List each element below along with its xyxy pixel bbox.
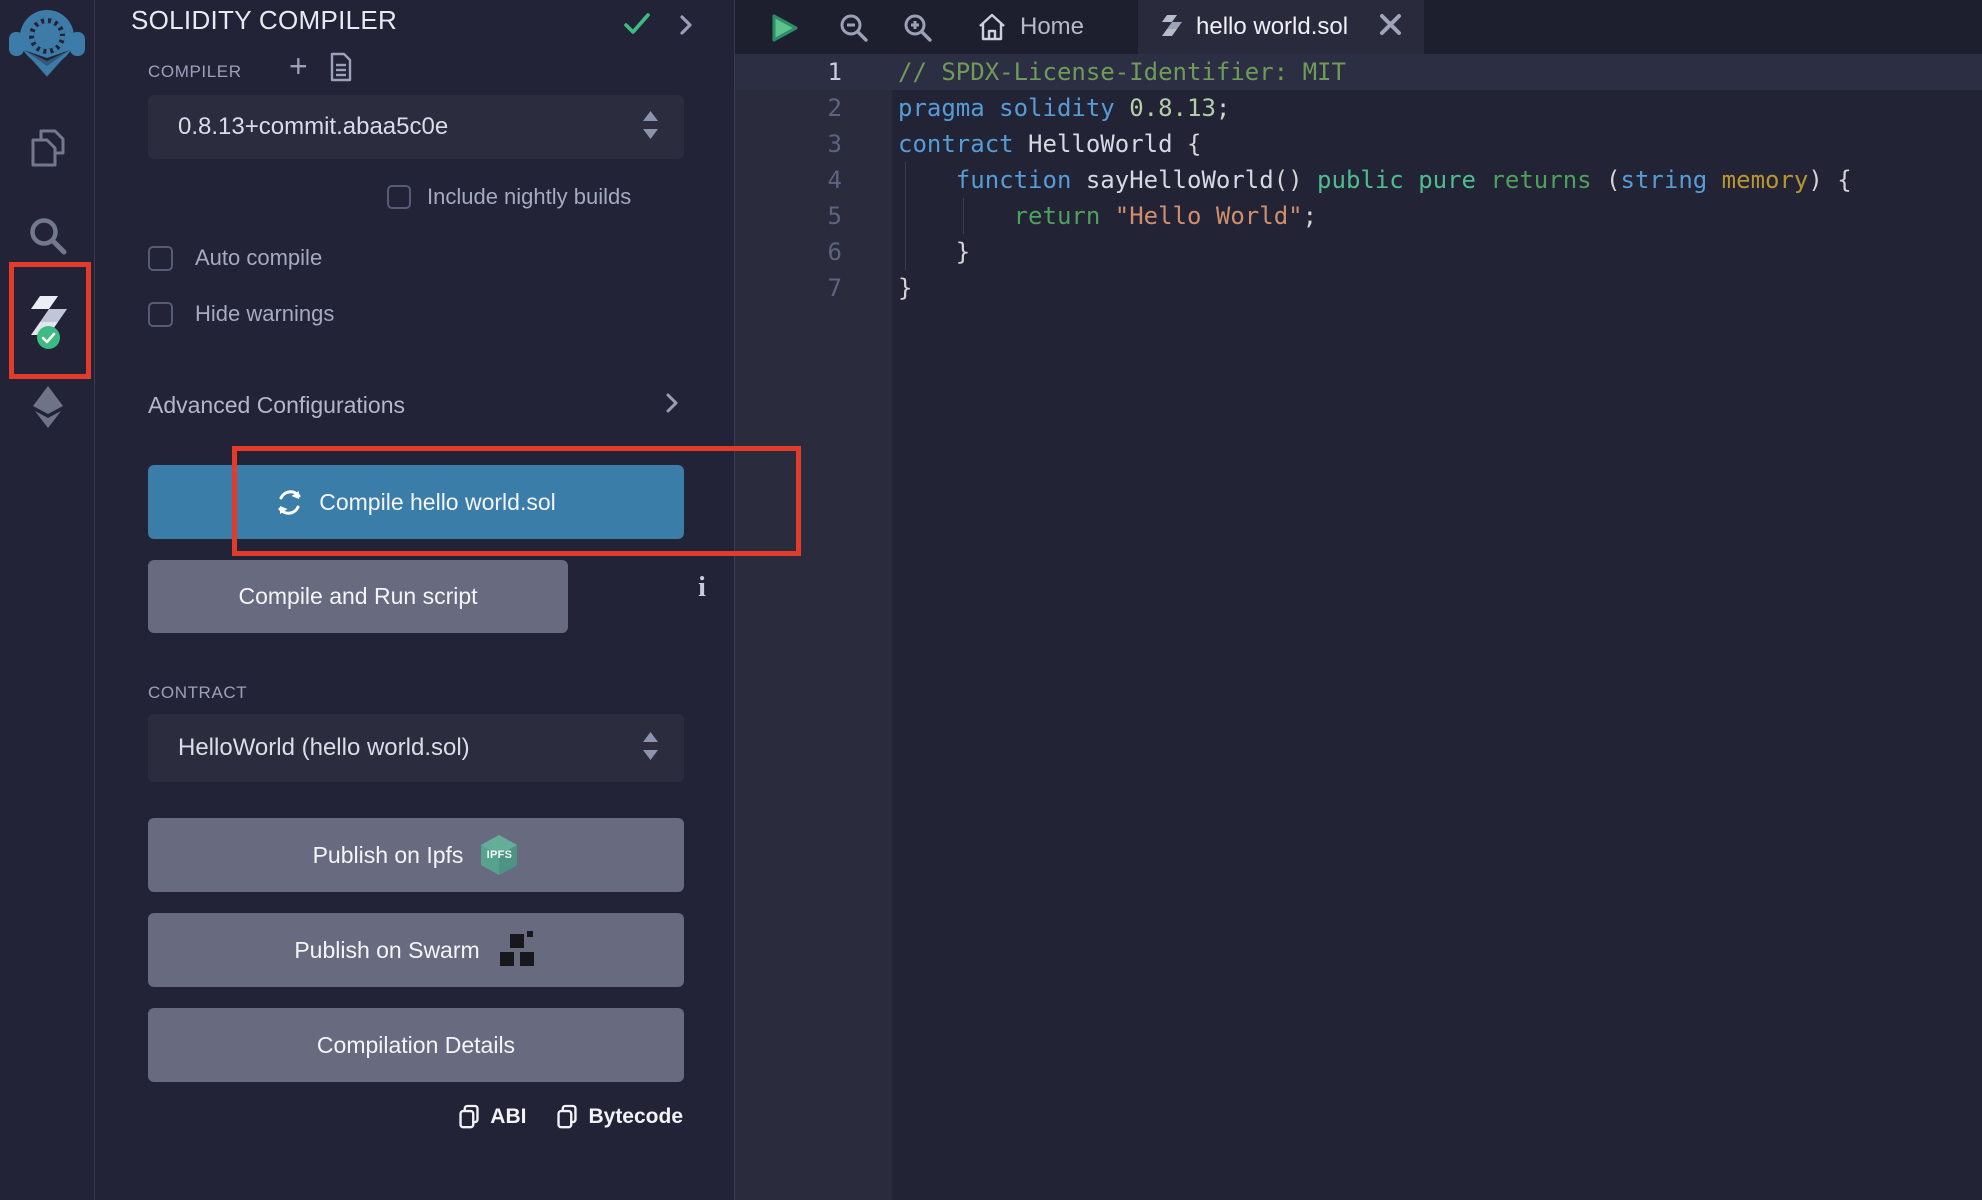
hide-warnings-label: Hide warnings — [195, 301, 334, 327]
tab-hello-world-sol[interactable]: hello world.sol — [1138, 0, 1424, 54]
editor: Home hello world.sol 1/ — [735, 0, 1982, 1200]
compilation-details-button[interactable]: Compilation Details — [148, 1008, 684, 1082]
compile-and-run-label: Compile and Run script — [238, 583, 477, 610]
bytecode-label: Bytecode — [588, 1105, 683, 1129]
auto-compile-checkbox-row[interactable]: Auto compile — [148, 245, 322, 271]
line-number: 6 — [735, 234, 892, 270]
line-number: 7 — [735, 270, 892, 306]
panel-title: SOLIDITY COMPILER — [131, 5, 397, 36]
ipfs-badge-text: IPFS — [487, 849, 513, 861]
auto-compile-checkbox[interactable] — [148, 246, 173, 271]
close-tab-icon[interactable] — [1379, 13, 1402, 41]
code-lines: 1// SPDX-License-Identifier: MIT2pragma … — [735, 54, 1982, 306]
hide-warnings-checkbox[interactable] — [148, 302, 173, 327]
remix-logo[interactable] — [7, 6, 87, 83]
contract-select-value: HelloWorld (hello world.sol) — [148, 734, 470, 762]
code-line[interactable]: 7} — [735, 270, 1982, 306]
include-nightly-label: Include nightly builds — [427, 184, 631, 210]
indent-guide — [963, 198, 964, 234]
compile-and-run-button[interactable]: Compile and Run script — [148, 560, 568, 633]
publish-ipfs-label: Publish on Ipfs — [313, 842, 464, 869]
contract-section-label: CONTRACT — [148, 683, 247, 703]
zoom-in-icon[interactable] — [903, 13, 933, 48]
publish-swarm-label: Publish on Swarm — [294, 937, 479, 964]
ipfs-icon: IPFS — [479, 834, 519, 876]
deploy-and-run-icon[interactable] — [27, 384, 69, 435]
code-text: // SPDX-License-Identifier: MIT — [892, 54, 1346, 90]
line-number: 1 — [735, 54, 892, 90]
code-text: pragma solidity 0.8.13; — [892, 90, 1230, 126]
compile-success-check-icon — [623, 12, 651, 41]
remix-ide-window: SOLIDITY COMPILER COMPILER + 0.8.13+comm… — [0, 0, 1982, 1200]
copy-icon — [458, 1104, 480, 1130]
line-number: 5 — [735, 198, 892, 234]
copy-abi-button[interactable]: ABI — [458, 1104, 526, 1130]
add-compiler-icon[interactable]: + — [289, 50, 308, 82]
copy-icon — [556, 1104, 578, 1130]
code-line[interactable]: 3contract HelloWorld { — [735, 126, 1982, 162]
include-nightly-checkbox[interactable] — [387, 185, 411, 209]
activity-bar — [0, 0, 95, 1200]
tab-file-label: hello world.sol — [1196, 13, 1348, 41]
code-line[interactable]: 5 return "Hello World"; — [735, 198, 1982, 234]
copy-bytecode-button[interactable]: Bytecode — [556, 1104, 683, 1130]
editor-tab-bar: Home hello world.sol — [735, 0, 1982, 54]
publish-on-swarm-button[interactable]: Publish on Swarm — [148, 913, 684, 987]
line-number: 2 — [735, 90, 892, 126]
refresh-icon — [276, 489, 303, 516]
zoom-out-icon[interactable] — [839, 13, 869, 48]
abi-label: ABI — [490, 1105, 526, 1129]
code-text: } — [892, 234, 970, 270]
code-line[interactable]: 6 } — [735, 234, 1982, 270]
search-icon[interactable] — [28, 216, 68, 261]
info-icon[interactable]: i — [689, 572, 715, 604]
panel-expand-chevron-icon[interactable] — [679, 14, 693, 41]
compiler-docs-icon[interactable] — [329, 52, 353, 87]
compilation-details-label: Compilation Details — [317, 1032, 515, 1059]
compiler-version-value: 0.8.13+commit.abaa5c0e — [148, 113, 448, 141]
include-nightly-checkbox-row[interactable]: Include nightly builds — [387, 184, 631, 210]
swarm-icon — [496, 931, 538, 969]
auto-compile-label: Auto compile — [195, 245, 322, 271]
file-explorer-icon[interactable] — [29, 128, 67, 173]
compiler-version-select[interactable]: 0.8.13+commit.abaa5c0e — [148, 95, 684, 159]
indent-guide — [905, 162, 906, 270]
code-text: function sayHelloWorld() public pure ret… — [892, 162, 1852, 198]
solidity-compiler-panel: SOLIDITY COMPILER COMPILER + 0.8.13+comm… — [95, 0, 735, 1200]
solidity-file-icon — [1160, 13, 1182, 41]
tab-home[interactable]: Home — [973, 0, 1088, 54]
home-icon — [977, 12, 1007, 42]
contract-select[interactable]: HelloWorld (hello world.sol) — [148, 714, 684, 782]
advanced-configurations-label: Advanced Configurations — [148, 392, 405, 419]
compiler-section-label: COMPILER — [148, 62, 242, 82]
compile-button-label: Compile hello world.sol — [319, 489, 556, 516]
code-line[interactable]: 4 function sayHelloWorld() public pure r… — [735, 162, 1982, 198]
select-arrows-icon — [643, 111, 658, 144]
code-line[interactable]: 1// SPDX-License-Identifier: MIT — [735, 54, 1982, 90]
compile-button[interactable]: Compile hello world.sol — [148, 465, 684, 539]
code-text: contract HelloWorld { — [892, 126, 1201, 162]
compile-success-badge-icon — [37, 326, 60, 354]
code-text: } — [892, 270, 912, 306]
advanced-chevron-icon — [665, 393, 678, 418]
select-arrows-icon — [643, 732, 658, 765]
copy-artifacts-row: ABI Bytecode — [458, 1104, 683, 1130]
hide-warnings-checkbox-row[interactable]: Hide warnings — [148, 301, 334, 327]
tab-home-label: Home — [1020, 13, 1084, 41]
line-number: 4 — [735, 162, 892, 198]
run-script-play-icon[interactable] — [771, 14, 798, 47]
line-number: 3 — [735, 126, 892, 162]
code-text: return "Hello World"; — [892, 198, 1317, 234]
advanced-configurations-toggle[interactable]: Advanced Configurations — [148, 392, 684, 419]
publish-on-ipfs-button[interactable]: Publish on Ipfs IPFS — [148, 818, 684, 892]
code-line[interactable]: 2pragma solidity 0.8.13; — [735, 90, 1982, 126]
